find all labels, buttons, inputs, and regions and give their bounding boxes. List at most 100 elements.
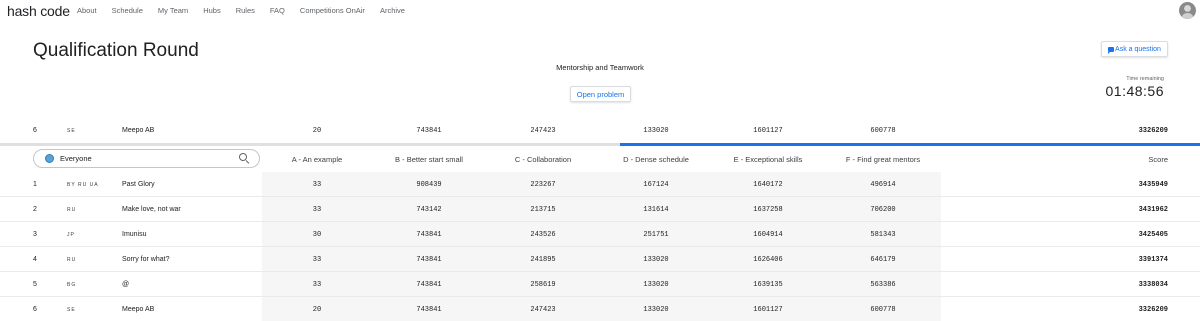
rank: 3	[33, 231, 37, 238]
score-f: 581343	[870, 230, 896, 239]
rank: 5	[33, 281, 37, 288]
nav-link-archive[interactable]: Archive	[380, 6, 405, 15]
nav-link-my-team[interactable]: My Team	[158, 6, 188, 15]
score-a: 30	[312, 230, 322, 239]
hash-code-logo[interactable]: hash code	[7, 3, 70, 19]
nav-link-rules[interactable]: Rules	[236, 6, 255, 15]
search-icon[interactable]	[239, 153, 247, 161]
score-c: 213715	[530, 205, 556, 214]
total-score: 3326209	[1138, 126, 1168, 135]
column-header-c[interactable]: C - Collaboration	[488, 150, 598, 168]
column-header-f[interactable]: F - Find great mentors	[828, 150, 938, 168]
team-name: Meepo AB	[122, 306, 155, 313]
score-d: 251751	[643, 230, 669, 239]
score-e: 1640172	[753, 180, 783, 189]
rank: 6	[33, 306, 37, 313]
column-header-b[interactable]: B - Better start small	[374, 150, 484, 168]
open-problem-button[interactable]: Open problem	[570, 86, 631, 102]
country-flags: RU	[67, 256, 77, 263]
table-row[interactable]: 1 BY RU UA Past Glory 33 908439 223267 167124 1…	[0, 172, 1200, 197]
total-score: 3338034	[1138, 280, 1168, 289]
score-b: 743841	[416, 305, 442, 314]
column-header-d[interactable]: D - Dense schedule	[601, 150, 711, 168]
score-c: 241895	[530, 255, 556, 264]
filter-value: Everyone	[60, 154, 92, 163]
score-a: 33	[312, 280, 322, 289]
score-b: 743841	[416, 280, 442, 289]
nav-link-competitions-onair[interactable]: Competitions OnAir	[300, 6, 365, 15]
score-d: 133020	[643, 280, 669, 289]
rank: 4	[33, 256, 37, 263]
score-b: 908439	[416, 180, 442, 189]
team-name: Sorry for what?	[122, 256, 170, 263]
total-score: 3391374	[1138, 255, 1168, 264]
column-header-score[interactable]: Score	[1100, 150, 1168, 168]
rank: 6	[33, 127, 37, 134]
score-b: 743841	[416, 126, 442, 135]
ask-question-button[interactable]: Ask a question	[1101, 41, 1168, 57]
score-d: 133020	[643, 305, 669, 314]
nav-link-hubs[interactable]: Hubs	[203, 6, 221, 15]
score-c: 247423	[530, 126, 556, 135]
country-flags: BY RU UA	[67, 181, 99, 188]
country-flags: SE	[67, 306, 76, 313]
team-name: Past Glory	[122, 181, 155, 188]
country-flags: JP	[67, 231, 75, 238]
rank: 2	[33, 206, 37, 213]
total-score: 3435949	[1138, 180, 1168, 189]
score-d: 133020	[643, 255, 669, 264]
table-row[interactable]: 2 RU Make love, not war 33 743142 213715 13161…	[0, 197, 1200, 222]
score-e: 1626406	[753, 255, 783, 264]
team-name: Make love, not war	[122, 206, 181, 213]
score-f: 646179	[870, 255, 896, 264]
score-a: 33	[312, 255, 322, 264]
total-score: 3326209	[1138, 305, 1168, 314]
score-e: 1601127	[753, 126, 783, 135]
table-row[interactable]: 6 SE Meepo AB 20 743841 247423 133020 1601127 60…	[0, 297, 1200, 321]
score-f: 563386	[870, 280, 896, 289]
progress-fill	[620, 143, 1200, 146]
chat-icon	[1108, 46, 1115, 54]
total-score: 3431962	[1138, 205, 1168, 214]
country-flags: SE	[67, 127, 76, 134]
column-header-a[interactable]: A - An example	[262, 150, 372, 168]
score-d: 167124	[643, 180, 669, 189]
country-flags: RU	[67, 206, 77, 213]
score-c: 243526	[530, 230, 556, 239]
my-team-row: 6 SE Meepo AB 20 743841 247423 133020 16…	[0, 118, 1200, 143]
score-c: 223267	[530, 180, 556, 189]
globe-icon	[45, 154, 54, 163]
score-a: 33	[312, 205, 322, 214]
nav-links: About Schedule My Team Hubs Rules FAQ Co…	[77, 6, 420, 15]
nav-link-faq[interactable]: FAQ	[270, 6, 285, 15]
table-row[interactable]: 4 RU Sorry for what? 33 743841 241895 133020 16…	[0, 247, 1200, 272]
round-subtitle: Mentorship and Teamwork	[556, 63, 644, 72]
table-row[interactable]: 3 JP Imunisu 30 743841 243526 251751 1604914 581…	[0, 222, 1200, 247]
time-remaining-label: Time remaining	[1126, 76, 1164, 82]
nav-link-schedule[interactable]: Schedule	[112, 6, 143, 15]
user-avatar[interactable]	[1179, 2, 1196, 19]
score-e: 1601127	[753, 305, 783, 314]
total-score: 3425405	[1138, 230, 1168, 239]
score-b: 743841	[416, 230, 442, 239]
score-e: 1637258	[753, 205, 783, 214]
score-c: 258619	[530, 280, 556, 289]
score-b: 743142	[416, 205, 442, 214]
score-c: 247423	[530, 305, 556, 314]
team-name: @	[122, 281, 130, 288]
top-nav: hash code About Schedule My Team Hubs Ru…	[0, 0, 1200, 22]
page-title: Qualification Round	[33, 40, 199, 61]
nav-link-about[interactable]: About	[77, 6, 97, 15]
score-a: 20	[312, 126, 322, 135]
score-f: 496914	[870, 180, 896, 189]
score-f: 600778	[870, 305, 896, 314]
score-a: 20	[312, 305, 322, 314]
column-header-e[interactable]: E - Exceptional skills	[713, 150, 823, 168]
score-e: 1604914	[753, 230, 783, 239]
score-f: 706200	[870, 205, 896, 214]
ask-question-label: Ask a question	[1115, 45, 1161, 53]
score-a: 33	[312, 180, 322, 189]
team-filter-input[interactable]: Everyone	[33, 149, 260, 168]
table-row[interactable]: 5 BG @33 743841 258619 133020 1639135 563386 333…	[0, 272, 1200, 297]
time-remaining-value: 01:48:56	[1105, 83, 1164, 99]
